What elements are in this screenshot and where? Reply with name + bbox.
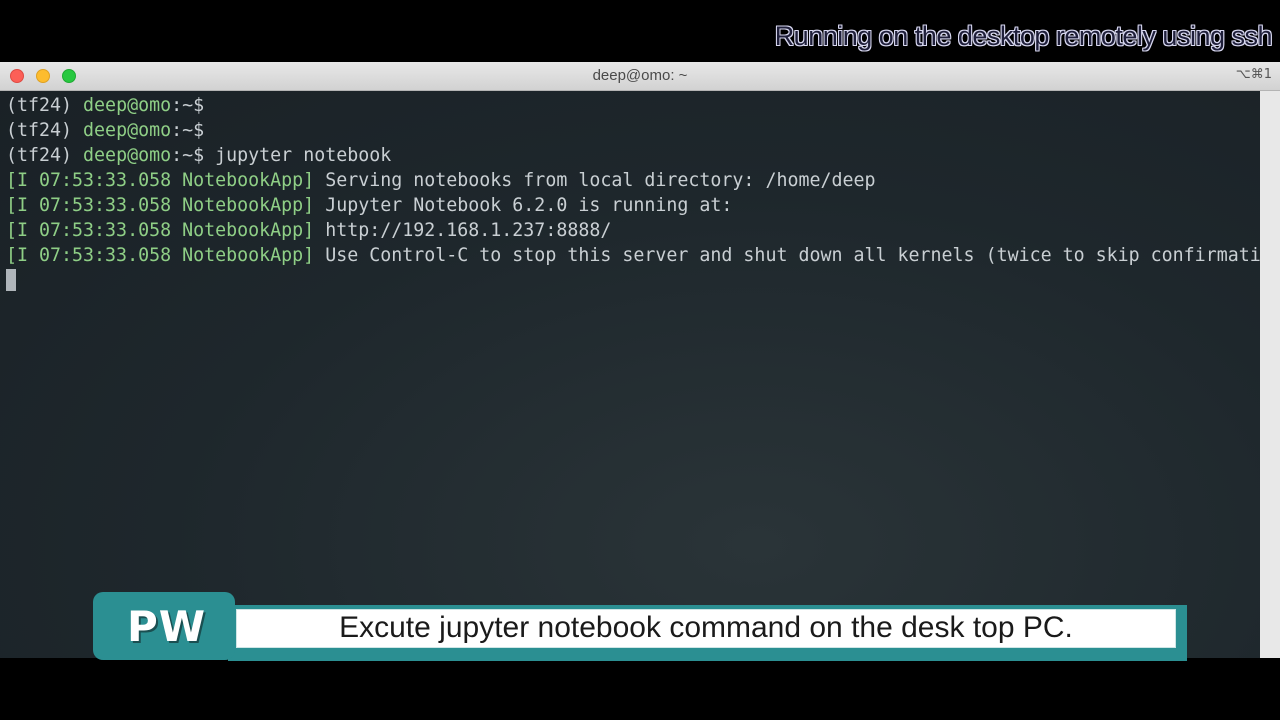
log-line: [I 07:53:33.058 NotebookApp] Jupyter Not…: [6, 193, 1260, 218]
log-message: Jupyter Notebook 6.2.0 is running at:: [314, 195, 733, 216]
prompt-line: (tf24) deep@omo:~$ jupyter notebook: [6, 143, 1260, 168]
log-tag: [I 07:53:33.058 NotebookApp]: [6, 170, 315, 191]
top-caption: Running on the desktop remotely using ss…: [774, 21, 1273, 51]
prompt-path: :~$: [171, 120, 205, 141]
prompt-line: (tf24) deep@omo:~$: [6, 118, 1260, 143]
command-text: jupyter notebook: [204, 145, 392, 166]
prompt-path: :~$: [171, 95, 205, 116]
log-message: Serving notebooks from local directory: …: [314, 170, 876, 191]
terminal-output[interactable]: (tf24) deep@omo:~$ (tf24) deep@omo:~$ (tf2…: [0, 91, 1280, 658]
prompt-path: :~$: [171, 145, 205, 166]
log-line: [I 07:53:33.058 NotebookApp] http://192.…: [6, 218, 1260, 243]
user-host: deep@omo: [83, 145, 172, 166]
conda-env: (tf24): [6, 120, 84, 141]
conda-env: (tf24): [6, 95, 84, 116]
user-host: deep@omo: [83, 120, 172, 141]
log-line: [I 07:53:33.058 NotebookApp] Serving not…: [6, 168, 1260, 193]
terminal-cursor: [6, 269, 16, 291]
log-tag: [I 07:53:33.058 NotebookApp]: [6, 195, 315, 216]
window-shortcut: ⌥⌘1: [1235, 67, 1272, 82]
letterbox-bottom: [0, 658, 1280, 720]
log-message-url[interactable]: http://192.168.1.237:8888/: [314, 220, 611, 241]
prompt-line: (tf24) deep@omo:~$: [6, 93, 1260, 118]
cursor-line: [6, 268, 1260, 293]
log-tag: [I 07:53:33.058 NotebookApp]: [6, 245, 315, 266]
log-line: [I 07:53:33.058 NotebookApp] Use Control…: [6, 243, 1280, 268]
subtitle-text: Excute jupyter notebook command on the d…: [339, 611, 1073, 644]
user-host: deep@omo: [83, 95, 172, 116]
title-bar[interactable]: deep@omo: ~ ⌥⌘1: [0, 62, 1280, 91]
log-message: Use Control-C to stop this server and sh…: [314, 245, 1280, 266]
video-frame: Running on the desktop remotely using ss…: [0, 0, 1280, 720]
conda-env: (tf24): [6, 145, 84, 166]
window-title: deep@omo: ~: [592, 67, 688, 84]
scrollbar[interactable]: [1260, 91, 1280, 658]
terminal-window: deep@omo: ~ ⌥⌘1 (tf24) deep@omo:~$ (tf24)…: [0, 62, 1280, 658]
log-tag: [I 07:53:33.058 NotebookApp]: [6, 220, 315, 241]
channel-logo-text: PW: [127, 602, 207, 651]
